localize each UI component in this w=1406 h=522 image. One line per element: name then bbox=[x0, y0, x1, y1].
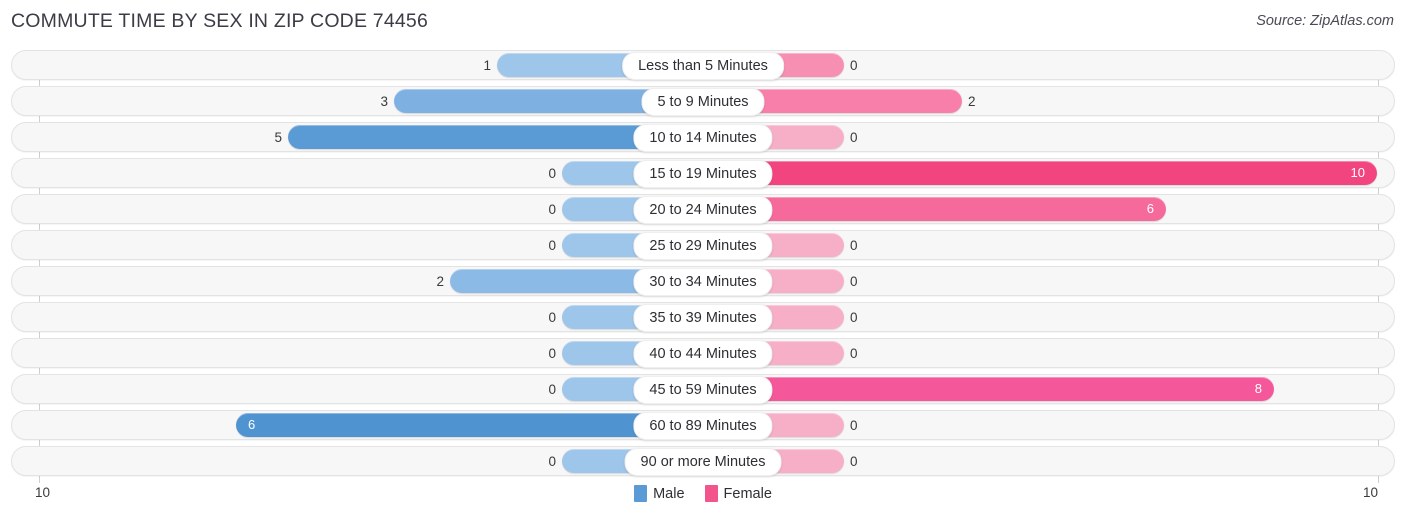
chart-page: COMMUTE TIME BY SEX IN ZIP CODE 74456 So… bbox=[0, 0, 1406, 522]
legend: Male Female bbox=[11, 485, 1395, 502]
table-row[interactable]: 0 0 35 to 39 Minutes bbox=[11, 302, 1395, 332]
table-row[interactable]: 6 0 60 to 89 Minutes bbox=[11, 410, 1395, 440]
value-label-male: 3 bbox=[380, 94, 388, 109]
category-label[interactable]: 45 to 59 Minutes bbox=[633, 376, 773, 404]
category-label[interactable]: 90 or more Minutes bbox=[624, 448, 782, 476]
legend-label: Female bbox=[723, 485, 772, 502]
value-label-male: 1 bbox=[483, 58, 491, 73]
table-row[interactable]: 3 2 5 to 9 Minutes bbox=[11, 86, 1395, 116]
value-label-male: 0 bbox=[548, 382, 556, 397]
source-attribution: Source: ZipAtlas.com bbox=[1256, 13, 1394, 29]
table-row[interactable]: 0 0 90 or more Minutes bbox=[11, 446, 1395, 476]
value-label-female: 0 bbox=[850, 130, 858, 145]
value-label-female: 0 bbox=[850, 274, 858, 289]
legend-swatch-icon bbox=[634, 485, 648, 502]
value-label-male: 5 bbox=[274, 130, 282, 145]
value-label-female: 0 bbox=[850, 454, 858, 469]
bar-female[interactable]: 6 bbox=[704, 197, 1166, 221]
value-label-male: 6 bbox=[248, 417, 256, 432]
value-label-female: 6 bbox=[1146, 201, 1154, 216]
bar-female[interactable]: 10 bbox=[704, 161, 1377, 185]
category-label[interactable]: 30 to 34 Minutes bbox=[633, 268, 773, 296]
legend-swatch-icon bbox=[704, 485, 718, 502]
value-label-female: 10 bbox=[1350, 165, 1365, 180]
value-label-female: 2 bbox=[968, 94, 976, 109]
bar-female[interactable]: 8 bbox=[704, 377, 1274, 401]
value-label-male: 0 bbox=[548, 310, 556, 325]
page-title: COMMUTE TIME BY SEX IN ZIP CODE 74456 bbox=[11, 10, 429, 32]
bar-male[interactable]: 6 bbox=[236, 413, 702, 437]
category-label[interactable]: 15 to 19 Minutes bbox=[633, 160, 773, 188]
category-label[interactable]: Less than 5 Minutes bbox=[622, 52, 784, 80]
category-label[interactable]: 25 to 29 Minutes bbox=[633, 232, 773, 260]
plot-area: 1 0 Less than 5 Minutes 3 2 5 to 9 Minutes 5 0 1… bbox=[11, 50, 1395, 483]
value-label-male: 0 bbox=[548, 166, 556, 181]
value-label-female: 0 bbox=[850, 310, 858, 325]
value-label-male: 0 bbox=[548, 454, 556, 469]
table-row[interactable]: 2 0 30 to 34 Minutes bbox=[11, 266, 1395, 296]
value-label-male: 0 bbox=[548, 346, 556, 361]
value-label-male: 0 bbox=[548, 202, 556, 217]
value-label-female: 8 bbox=[1254, 381, 1262, 396]
table-row[interactable]: 0 0 40 to 44 Minutes bbox=[11, 338, 1395, 368]
bar-rows: 1 0 Less than 5 Minutes 3 2 5 to 9 Minutes 5 0 1… bbox=[11, 50, 1395, 482]
chart-footer: 10 10 Male Female bbox=[11, 483, 1395, 513]
chart-header: COMMUTE TIME BY SEX IN ZIP CODE 74456 So… bbox=[0, 10, 1406, 40]
value-label-female: 0 bbox=[850, 418, 858, 433]
category-label[interactable]: 40 to 44 Minutes bbox=[633, 340, 773, 368]
table-row[interactable]: 10 0 15 to 19 Minutes bbox=[11, 158, 1395, 188]
category-label[interactable]: 60 to 89 Minutes bbox=[633, 412, 773, 440]
value-label-female: 0 bbox=[850, 58, 858, 73]
value-label-male: 0 bbox=[548, 238, 556, 253]
table-row[interactable]: 1 0 Less than 5 Minutes bbox=[11, 50, 1395, 80]
table-row[interactable]: 5 0 10 to 14 Minutes bbox=[11, 122, 1395, 152]
category-label[interactable]: 35 to 39 Minutes bbox=[633, 304, 773, 332]
value-label-female: 0 bbox=[850, 346, 858, 361]
table-row[interactable]: 0 0 25 to 29 Minutes bbox=[11, 230, 1395, 260]
category-label[interactable]: 5 to 9 Minutes bbox=[641, 88, 765, 116]
legend-label: Male bbox=[653, 485, 685, 502]
legend-item-male[interactable]: Male bbox=[634, 485, 685, 502]
table-row[interactable]: 8 0 45 to 59 Minutes bbox=[11, 374, 1395, 404]
category-label[interactable]: 10 to 14 Minutes bbox=[633, 124, 773, 152]
category-label[interactable]: 20 to 24 Minutes bbox=[633, 196, 773, 224]
legend-item-female[interactable]: Female bbox=[704, 485, 772, 502]
value-label-female: 0 bbox=[850, 238, 858, 253]
value-label-male: 2 bbox=[436, 274, 444, 289]
table-row[interactable]: 6 0 20 to 24 Minutes bbox=[11, 194, 1395, 224]
